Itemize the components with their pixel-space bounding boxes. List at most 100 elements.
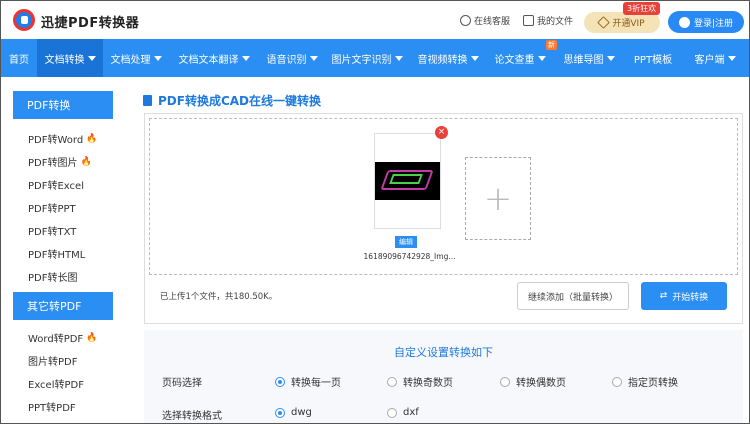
sidebar-group-to-pdf[interactable]: 其它转PDF [13, 292, 113, 320]
chevron-down-icon [309, 55, 318, 61]
nav-item-label: 文档转换 [44, 54, 85, 66]
headset-icon [460, 15, 471, 26]
nav-item-label: 文档文本翻译 [178, 54, 239, 66]
nav-item[interactable]: 论文查重新 [487, 39, 557, 77]
nav-item[interactable]: 思维导图 [553, 39, 625, 77]
nav-item[interactable]: 图片文字识别 [325, 39, 409, 77]
start-convert-label: 开始转换 [672, 292, 709, 303]
radio-option[interactable]: 转换每一页 [275, 374, 341, 389]
sidebar-item-label: PDF转TXT [28, 227, 77, 238]
radio-option[interactable]: 转换偶数页 [500, 374, 566, 389]
car-wireframe-detail [389, 174, 423, 184]
login-button[interactable]: 登录|注册 [668, 11, 744, 33]
upload-dropzone[interactable]: × 编辑 16189096742928_Img... + [149, 118, 738, 275]
radio-label: 指定页转换 [628, 378, 678, 389]
nav-item-label: 语音识别 [266, 54, 307, 66]
radio-option[interactable]: dxf [387, 407, 419, 418]
page-title: PDF转换成CAD在线一键转换 [143, 92, 321, 109]
continue-add-button[interactable]: 继续添加（批量转换） [517, 282, 629, 310]
sidebar-group2-list: Word转PDF 🔥 图片转PDF Excel转PDF PPT转PDF [13, 320, 113, 418]
logo-icon[interactable] [13, 9, 35, 31]
vip-button[interactable]: 开通VIP [584, 12, 660, 33]
radio-option[interactable]: 指定页转换 [612, 374, 678, 389]
nav-item-label: 论文查重 [494, 54, 535, 66]
sidebar-item[interactable]: PDF转Word 🔥 [13, 127, 113, 150]
file-thumbnail[interactable] [374, 133, 441, 229]
sidebar-item[interactable]: PDF转PPT [13, 196, 113, 219]
nav-item-label: 客户端 [694, 54, 725, 66]
vip-label: 开通VIP [612, 19, 645, 29]
chevron-down-icon [470, 55, 479, 61]
my-files-label: 我的文件 [537, 17, 574, 27]
user-icon [678, 16, 690, 28]
sidebar-item[interactable]: PDF转长图 [13, 265, 113, 288]
start-convert-button[interactable]: ⇄ 开始转换 [641, 282, 727, 310]
fire-icon: 🔥 [80, 156, 92, 167]
sidebar-item-label: PDF转长图 [28, 273, 78, 284]
radio-option[interactable]: dwg [275, 407, 312, 418]
sidebar-item-label: 图片转PDF [28, 357, 78, 368]
file-name: 16189096742928_Img... [363, 252, 456, 261]
online-service-label: 在线客服 [474, 17, 511, 27]
sidebar-item[interactable]: PDF转HTML [13, 242, 113, 265]
nav-item[interactable]: 客户端 [681, 39, 749, 77]
upload-info: 已上传1个文件，共180.50K。 [160, 292, 278, 302]
sidebar-item[interactable]: PDF转Excel [13, 173, 113, 196]
radio-icon [275, 376, 285, 387]
sidebar-item[interactable]: PDF转TXT [13, 219, 113, 242]
online-service-link[interactable]: 在线客服 [460, 14, 510, 27]
nav-item[interactable]: 首页 [1, 39, 37, 77]
nav-item[interactable]: PPT模板 [625, 39, 681, 77]
upload-panel: × 编辑 16189096742928_Img... + 已上传1个文件，共18… [144, 113, 743, 324]
sidebar-item[interactable]: PDF转图片 🔥 [13, 150, 113, 173]
sidebar-item-label: PDF转Word [28, 135, 84, 146]
fire-icon: 🔥 [86, 133, 98, 144]
sidebar-group-pdf-convert[interactable]: PDF转换 [13, 91, 113, 119]
page-title-text: PDF转换成CAD在线一键转换 [158, 94, 322, 108]
nav-item-label: 思维导图 [563, 54, 604, 66]
radio-icon [275, 407, 285, 418]
brand-name[interactable]: 迅捷PDF转换器 [41, 12, 139, 31]
sidebar-item[interactable]: Excel转PDF [13, 372, 113, 395]
nav-item[interactable]: 文档文本翻译 [169, 39, 259, 77]
radio-icon [612, 376, 622, 387]
sidebar-item[interactable]: 图片转PDF [13, 349, 113, 372]
sidebar-item-label: PPT转PDF [28, 403, 76, 414]
chevron-down-icon [727, 55, 736, 61]
sidebar-item[interactable]: Word转PDF 🔥 [13, 326, 113, 349]
login-label: 登录|注册 [693, 18, 734, 29]
radio-label: 转换偶数页 [516, 378, 566, 389]
nav-item-label: 图片文字识别 [331, 54, 392, 66]
settings-title: 自定义设置转换如下 [394, 346, 493, 359]
radio-option[interactable]: 转换奇数页 [387, 374, 453, 389]
chevron-down-icon [153, 55, 162, 61]
nav-item-label: PPT模板 [633, 54, 673, 66]
main-nav: 首页 文档转换 文档处理 文档文本翻译 语音识别 图片文字识别 音视频转换 论文查重新思维导图… [1, 39, 749, 77]
page-select-label: 页码选择 [162, 378, 202, 389]
delete-file-icon[interactable]: × [435, 126, 448, 139]
my-files-link[interactable]: 我的文件 [523, 14, 573, 27]
chevron-down-icon [394, 55, 403, 61]
app-window: 迅捷PDF转换器 在线客服 我的文件 开通VIP 3折狂欢 登录|注册 首页 文档… [0, 0, 750, 424]
nav-item-label: 音视频转换 [417, 54, 468, 66]
cad-preview-image [375, 162, 440, 200]
radio-icon [500, 376, 510, 387]
sidebar-item-label: PDF转HTML [28, 250, 86, 261]
nav-item[interactable]: 文档处理 [103, 39, 169, 77]
chevron-down-icon [537, 55, 546, 61]
add-file-button[interactable]: + [465, 157, 531, 240]
sidebar-item-label: PDF转PPT [28, 204, 76, 215]
convert-arrows-icon: ⇄ [659, 291, 668, 301]
radio-label: dwg [291, 407, 312, 418]
nav-item[interactable]: 音视频转换 [409, 39, 487, 77]
format-select-label: 选择转换格式 [162, 411, 222, 422]
radio-label: 转换每一页 [291, 378, 341, 389]
nav-item[interactable]: 文档转换 [37, 39, 103, 77]
file-icon [523, 15, 534, 26]
sidebar-item-label: PDF转Excel [28, 181, 84, 192]
sidebar-item-label: Excel转PDF [28, 380, 84, 391]
document-icon [143, 95, 152, 106]
edit-button[interactable]: 编辑 [395, 236, 417, 248]
nav-item[interactable]: 语音识别 [259, 39, 325, 77]
sidebar-item[interactable]: PPT转PDF [13, 395, 113, 418]
